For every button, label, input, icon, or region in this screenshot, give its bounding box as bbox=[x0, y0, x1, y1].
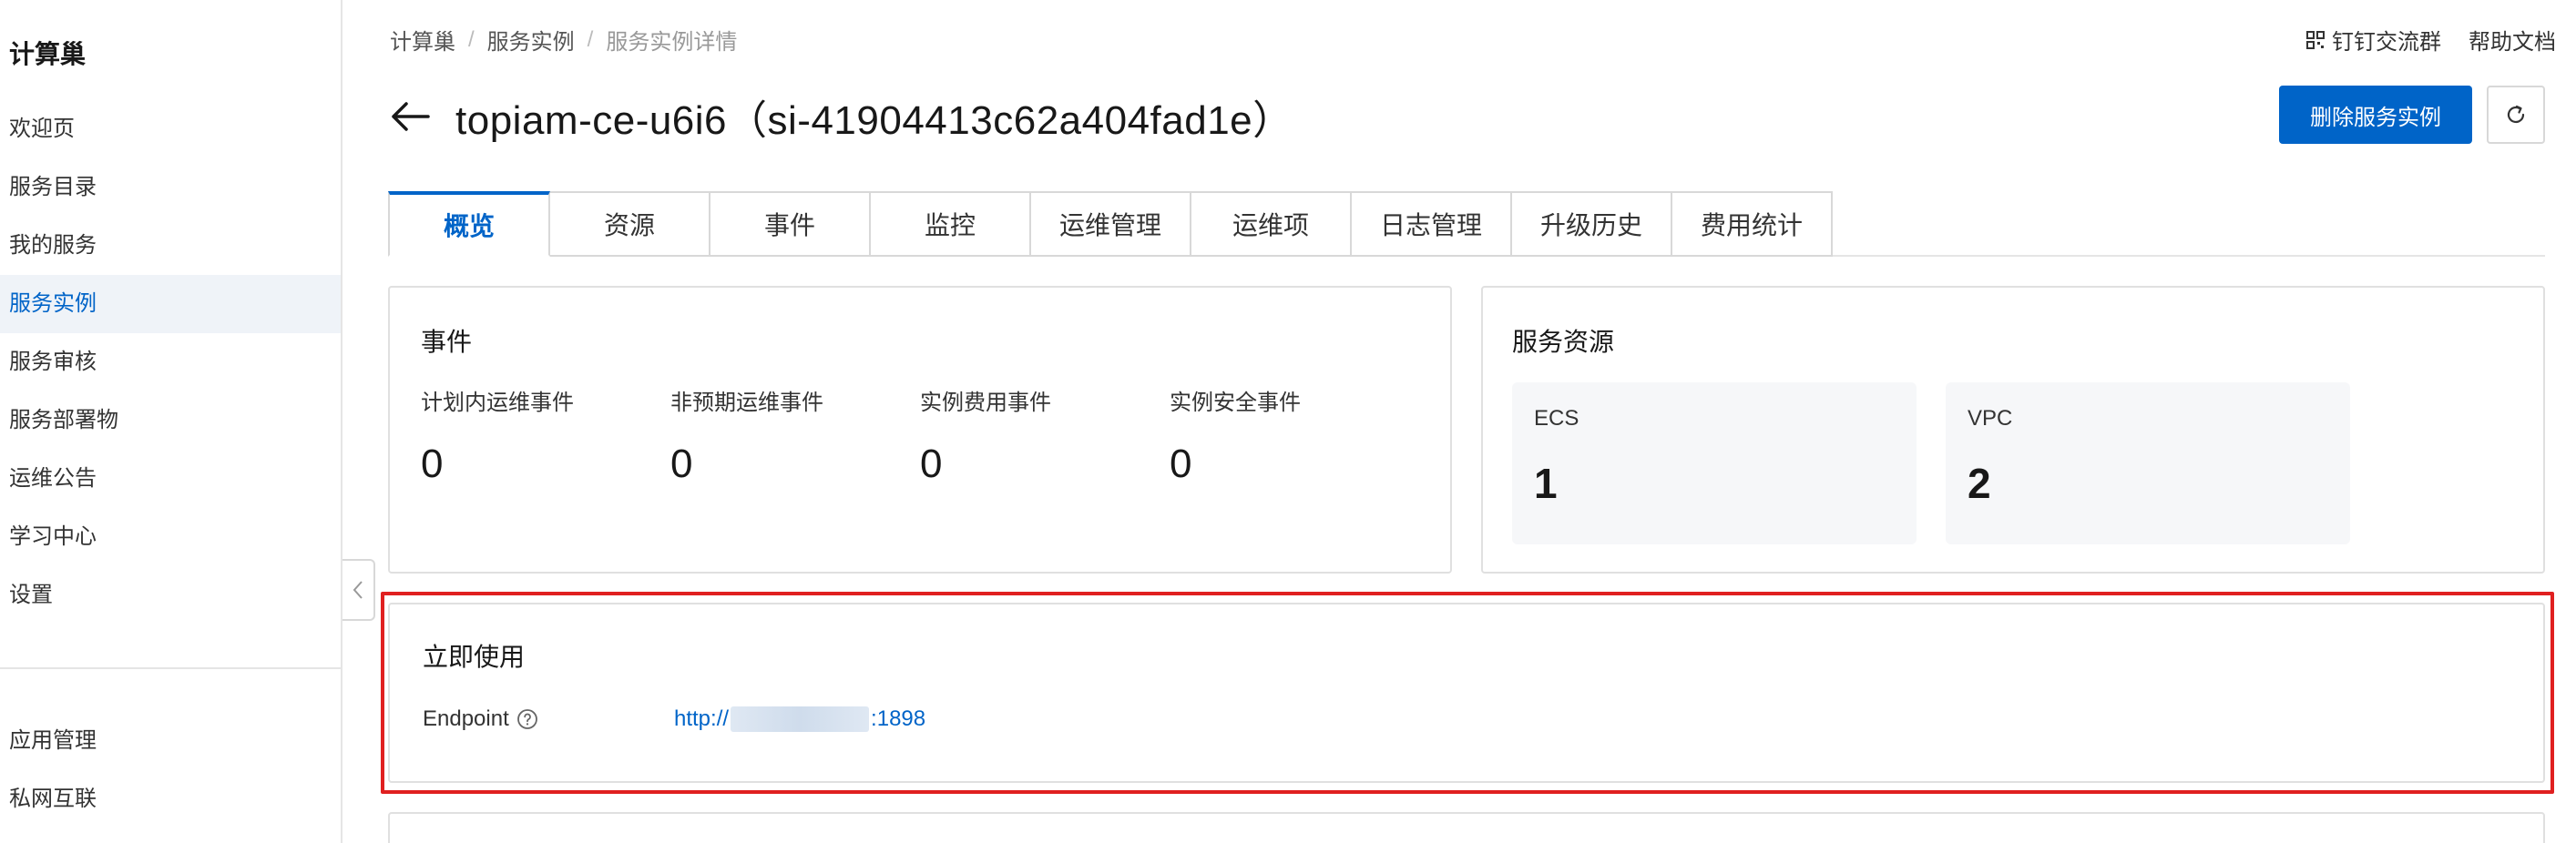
resource-tile-vpc[interactable]: VPC 2 bbox=[1946, 382, 2350, 544]
breadcrumb-separator: / bbox=[587, 26, 594, 52]
delete-service-instance-button[interactable]: 删除服务实例 bbox=[2279, 86, 2472, 144]
event-stat: 非预期运维事件 0 bbox=[670, 384, 823, 487]
tab-overview[interactable]: 概览 bbox=[388, 191, 550, 257]
sidebar-item-learning-center[interactable]: 学习中心 bbox=[0, 508, 341, 566]
tab-monitoring[interactable]: 监控 bbox=[869, 191, 1031, 257]
service-resources-title: 服务资源 bbox=[1512, 328, 1615, 356]
help-docs-label: 帮助文档 bbox=[2469, 30, 2556, 55]
event-stat-label: 实例费用事件 bbox=[920, 391, 1051, 415]
next-section-card bbox=[388, 812, 2545, 843]
event-stat-value: 0 bbox=[421, 442, 444, 486]
tab-log-management[interactable]: 日志管理 bbox=[1350, 191, 1512, 257]
page-header: topiam-ce-u6i6（si-41904413c62a404fad1e） bbox=[390, 87, 1293, 146]
endpoint-url-link[interactable]: http:// :1898 bbox=[674, 706, 925, 732]
tab-bar: 概览 资源 事件 监控 运维管理 运维项 日志管理 升级历史 费用统计 bbox=[388, 191, 1833, 257]
sidebar-item-deployment-artifacts[interactable]: 服务部署物 bbox=[0, 391, 341, 450]
sidebar-collapse-button[interactable] bbox=[342, 559, 375, 621]
dingtalk-group-label: 钉钉交流群 bbox=[2332, 30, 2441, 55]
page-title: topiam-ce-u6i6（si-41904413c62a404fad1e） bbox=[455, 98, 1293, 143]
top-links: 钉钉交流群 帮助文档 bbox=[2279, 24, 2556, 56]
sidebar-item-service-review[interactable]: 服务审核 bbox=[0, 333, 341, 391]
tab-events[interactable]: 事件 bbox=[709, 191, 871, 257]
event-stat-value: 0 bbox=[920, 442, 943, 486]
help-circle-icon[interactable] bbox=[516, 708, 538, 730]
chevron-left-icon bbox=[353, 581, 363, 599]
sidebar: 计算巢 欢迎页 服务目录 我的服务 服务实例 服务审核 服务部署物 运维公告 学… bbox=[0, 0, 342, 843]
sidebar-item-app-management[interactable]: 应用管理 bbox=[0, 712, 341, 770]
sidebar-item-welcome[interactable]: 欢迎页 bbox=[0, 100, 341, 158]
event-stat-value: 0 bbox=[1170, 442, 1192, 486]
breadcrumb-item-compute-nest[interactable]: 计算巢 bbox=[390, 24, 455, 56]
endpoint-row: Endpoint http:// :1898 bbox=[423, 706, 925, 732]
sidebar-item-service-catalog[interactable]: 服务目录 bbox=[0, 158, 341, 217]
event-stat-label: 非预期运维事件 bbox=[670, 391, 823, 415]
use-now-card: 立即使用 Endpoint http:// :1898 bbox=[388, 603, 2545, 783]
breadcrumb-item-current: 服务实例详情 bbox=[606, 30, 738, 55]
sidebar-divider bbox=[0, 667, 341, 669]
tab-ops-items[interactable]: 运维项 bbox=[1190, 191, 1352, 257]
refresh-button[interactable] bbox=[2487, 86, 2545, 144]
sidebar-item-my-services[interactable]: 我的服务 bbox=[0, 217, 341, 275]
event-stat-label: 计划内运维事件 bbox=[421, 391, 574, 415]
event-stat: 实例安全事件 0 bbox=[1170, 384, 1301, 487]
qrcode-icon bbox=[2306, 30, 2325, 49]
dingtalk-group-link[interactable]: 钉钉交流群 bbox=[2306, 24, 2441, 56]
breadcrumb: 计算巢 / 服务实例 / 服务实例详情 bbox=[390, 24, 737, 56]
tab-upgrade-history[interactable]: 升级历史 bbox=[1510, 191, 1672, 257]
sidebar-item-settings[interactable]: 设置 bbox=[0, 566, 341, 625]
endpoint-url-suffix: :1898 bbox=[871, 706, 926, 731]
tab-resources[interactable]: 资源 bbox=[548, 191, 710, 257]
events-card-title: 事件 bbox=[421, 328, 473, 356]
sidebar-item-service-instances[interactable]: 服务实例 bbox=[0, 275, 341, 333]
endpoint-label-group: Endpoint bbox=[423, 706, 674, 732]
refresh-icon bbox=[2507, 105, 2525, 124]
resource-tile-value: 1 bbox=[1534, 460, 1558, 507]
tab-ops-management[interactable]: 运维管理 bbox=[1029, 191, 1191, 257]
tab-cost-statistics[interactable]: 费用统计 bbox=[1671, 191, 1833, 257]
endpoint-label: Endpoint bbox=[423, 706, 509, 731]
endpoint-url-prefix: http:// bbox=[674, 706, 730, 731]
back-arrow-icon[interactable] bbox=[390, 100, 430, 133]
sidebar-item-ops-notices[interactable]: 运维公告 bbox=[0, 450, 341, 508]
sidebar-brand: 计算巢 bbox=[9, 40, 87, 68]
event-stat-value: 0 bbox=[670, 442, 693, 486]
events-card: 事件 计划内运维事件 0 非预期运维事件 0 实例费用事件 0 实例安全事件 0 bbox=[388, 286, 1452, 574]
event-stat: 实例费用事件 0 bbox=[920, 384, 1051, 487]
breadcrumb-separator: / bbox=[468, 26, 475, 52]
event-stat-label: 实例安全事件 bbox=[1170, 391, 1301, 415]
breadcrumb-item-service-instances[interactable]: 服务实例 bbox=[487, 24, 575, 56]
resource-tile-label: ECS bbox=[1534, 406, 1579, 431]
sidebar-item-private-network[interactable]: 私网互联 bbox=[0, 770, 341, 828]
use-now-title: 立即使用 bbox=[423, 643, 526, 671]
help-docs-link[interactable]: 帮助文档 bbox=[2469, 24, 2556, 56]
event-stat: 计划内运维事件 0 bbox=[421, 384, 574, 487]
resource-tile-value: 2 bbox=[1968, 460, 1991, 507]
service-resources-card: 服务资源 ECS 1 VPC 2 bbox=[1481, 286, 2545, 574]
redacted-host bbox=[731, 706, 870, 732]
resource-tile-label: VPC bbox=[1968, 406, 2013, 431]
resource-tile-ecs[interactable]: ECS 1 bbox=[1512, 382, 1917, 544]
